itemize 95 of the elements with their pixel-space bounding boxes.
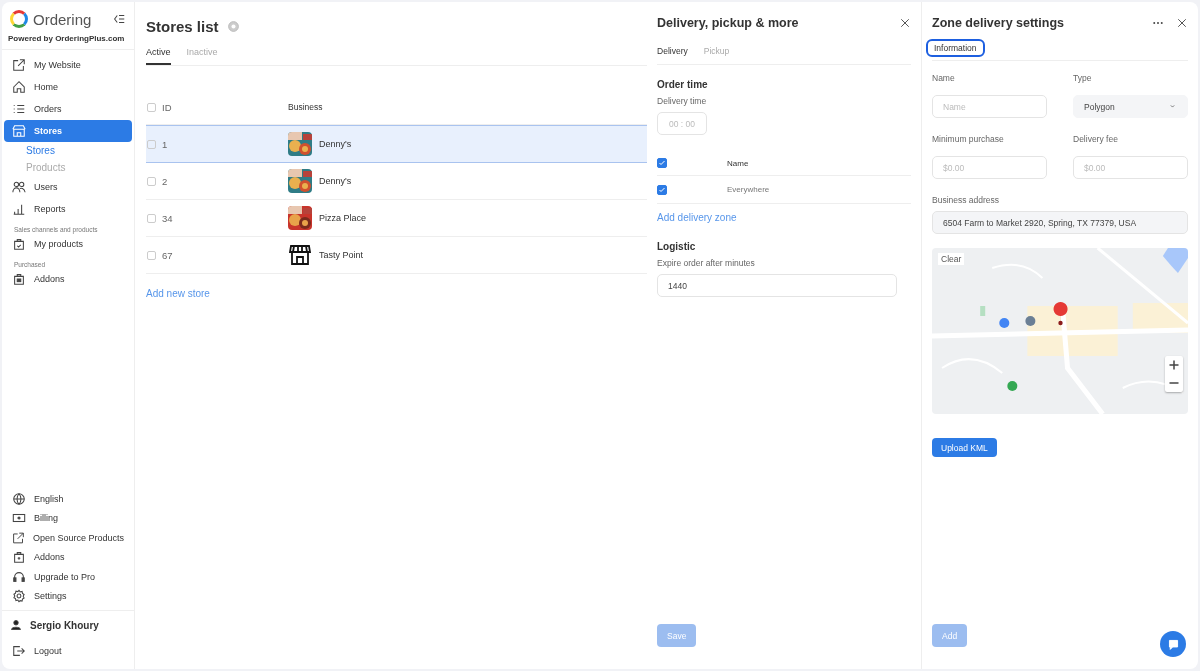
nav-item[interactable]: Orders bbox=[4, 98, 132, 120]
field-label: Expire order after minutes bbox=[657, 258, 756, 268]
nav-item[interactable]: Addons bbox=[4, 268, 132, 290]
collapse-menu-icon bbox=[112, 12, 126, 26]
nav-item[interactable]: Reports bbox=[4, 198, 132, 220]
settings-icon bbox=[12, 589, 26, 604]
nav-subitem[interactable]: Stores bbox=[2, 142, 134, 159]
addon-bag-icon bbox=[12, 550, 26, 565]
storefront-icon bbox=[12, 124, 26, 138]
table-cell: Pizza Place bbox=[319, 213, 367, 223]
table-cell: Denny's bbox=[319, 176, 352, 186]
address-field[interactable]: 6504 Farm to Market 2920, Spring, TX 77379, USA bbox=[932, 211, 1188, 234]
checkbox[interactable] bbox=[657, 184, 667, 195]
table-row[interactable]: 2 Denny's bbox=[146, 163, 647, 200]
checkbox[interactable] bbox=[147, 213, 156, 223]
column-header: ID bbox=[162, 101, 172, 113]
table-cell: Denny's bbox=[319, 139, 352, 149]
field-label: Minimum purchase bbox=[932, 134, 1005, 144]
nav-item[interactable]: Settings bbox=[4, 586, 132, 606]
collapse-menu-button[interactable] bbox=[112, 12, 126, 26]
chat-button[interactable] bbox=[1160, 631, 1186, 657]
field-label: Delivery time bbox=[657, 96, 708, 106]
globe-icon bbox=[12, 491, 26, 506]
users-icon bbox=[12, 180, 26, 194]
checkbox[interactable] bbox=[147, 250, 156, 260]
input-field[interactable]: 1440 bbox=[657, 274, 897, 297]
section-title: Logistic bbox=[657, 241, 697, 252]
external-link-icon bbox=[12, 530, 25, 545]
table-row[interactable]: 34 Pizza Place bbox=[146, 200, 647, 237]
table-row[interactable]: 1 Denny's bbox=[146, 125, 647, 163]
section-title: Order time bbox=[657, 79, 709, 90]
external-link-icon bbox=[12, 58, 26, 72]
table-cell: 1 bbox=[162, 138, 168, 150]
logout-button[interactable]: Logout bbox=[4, 639, 132, 663]
logo-icon bbox=[10, 10, 28, 28]
logout-icon bbox=[12, 644, 26, 658]
checkbox[interactable] bbox=[147, 139, 156, 149]
nav-item[interactable]: English bbox=[4, 489, 132, 509]
input-field[interactable]: $0.00 bbox=[932, 156, 1047, 179]
nav-item[interactable]: Open Source Products bbox=[4, 528, 132, 548]
field-label: Business address bbox=[932, 195, 1001, 205]
bar-chart-icon bbox=[12, 202, 26, 216]
chat-icon bbox=[1166, 637, 1180, 651]
table-cell: 34 bbox=[162, 212, 173, 224]
nav-item[interactable]: Users bbox=[4, 176, 132, 198]
tab[interactable]: Information bbox=[926, 39, 985, 57]
headset-icon bbox=[12, 569, 26, 584]
nav-item[interactable]: Billing bbox=[4, 508, 132, 528]
logo-text: Ordering bbox=[33, 10, 93, 28]
column-header: Business bbox=[288, 102, 323, 112]
user-icon bbox=[10, 619, 22, 631]
name-field[interactable]: Name bbox=[932, 95, 1047, 118]
user-name: Sergio Khoury bbox=[30, 619, 99, 631]
column-header: Name bbox=[727, 158, 749, 168]
home-icon bbox=[12, 80, 26, 94]
nav-item[interactable]: Stores bbox=[4, 120, 132, 142]
type-dropdown[interactable]: Polygon bbox=[1073, 95, 1188, 118]
chevron-down-icon bbox=[1168, 102, 1177, 111]
table-cell: Everywhere bbox=[727, 185, 770, 194]
checkbox[interactable] bbox=[147, 102, 156, 112]
checkmark-icon bbox=[658, 185, 666, 194]
checkbox[interactable] bbox=[147, 176, 156, 186]
addon-bag-icon bbox=[12, 272, 26, 286]
shopping-bag-icon bbox=[12, 237, 26, 251]
panel-title: Zone delivery settings bbox=[932, 16, 1064, 30]
powered-by-text: Powered by OrderingPlus.com bbox=[2, 28, 134, 50]
clear-button[interactable]: Clear bbox=[938, 253, 965, 265]
checkmark-icon bbox=[658, 159, 666, 167]
table-row[interactable]: 67 Tasty Point bbox=[146, 237, 647, 274]
tab[interactable]: Active bbox=[146, 47, 171, 65]
plus-icon bbox=[1168, 359, 1180, 371]
field-label: Delivery fee bbox=[1073, 134, 1119, 144]
nav-item[interactable]: Addons bbox=[4, 547, 132, 567]
tab[interactable]: Delivery bbox=[657, 44, 688, 58]
nav-item[interactable]: My products bbox=[4, 233, 132, 255]
input-field[interactable]: $0.00 bbox=[1073, 156, 1188, 179]
close-icon bbox=[899, 17, 911, 29]
table-cell: Tasty Point bbox=[319, 250, 364, 260]
page-title: Stores list bbox=[146, 18, 219, 35]
upload-kml-button[interactable]: Upload KML bbox=[932, 438, 997, 457]
nav-item[interactable]: My Website bbox=[4, 54, 132, 76]
table-cell: 67 bbox=[162, 249, 173, 261]
panel-title: Delivery, pickup & more bbox=[657, 16, 799, 30]
field-label: Name bbox=[932, 73, 956, 83]
time-field[interactable]: 00 : 00 bbox=[657, 112, 707, 135]
table-cell: 2 bbox=[162, 175, 168, 187]
list-icon bbox=[12, 102, 26, 116]
close-button[interactable] bbox=[1176, 17, 1188, 29]
field-label: Type bbox=[1073, 73, 1093, 83]
close-icon bbox=[1176, 17, 1188, 29]
checkbox[interactable] bbox=[657, 158, 667, 168]
close-button[interactable] bbox=[899, 17, 911, 29]
help-icon bbox=[226, 20, 240, 33]
nav-item[interactable]: Upgrade to Pro bbox=[4, 567, 132, 587]
nav-item[interactable]: Home bbox=[4, 76, 132, 98]
